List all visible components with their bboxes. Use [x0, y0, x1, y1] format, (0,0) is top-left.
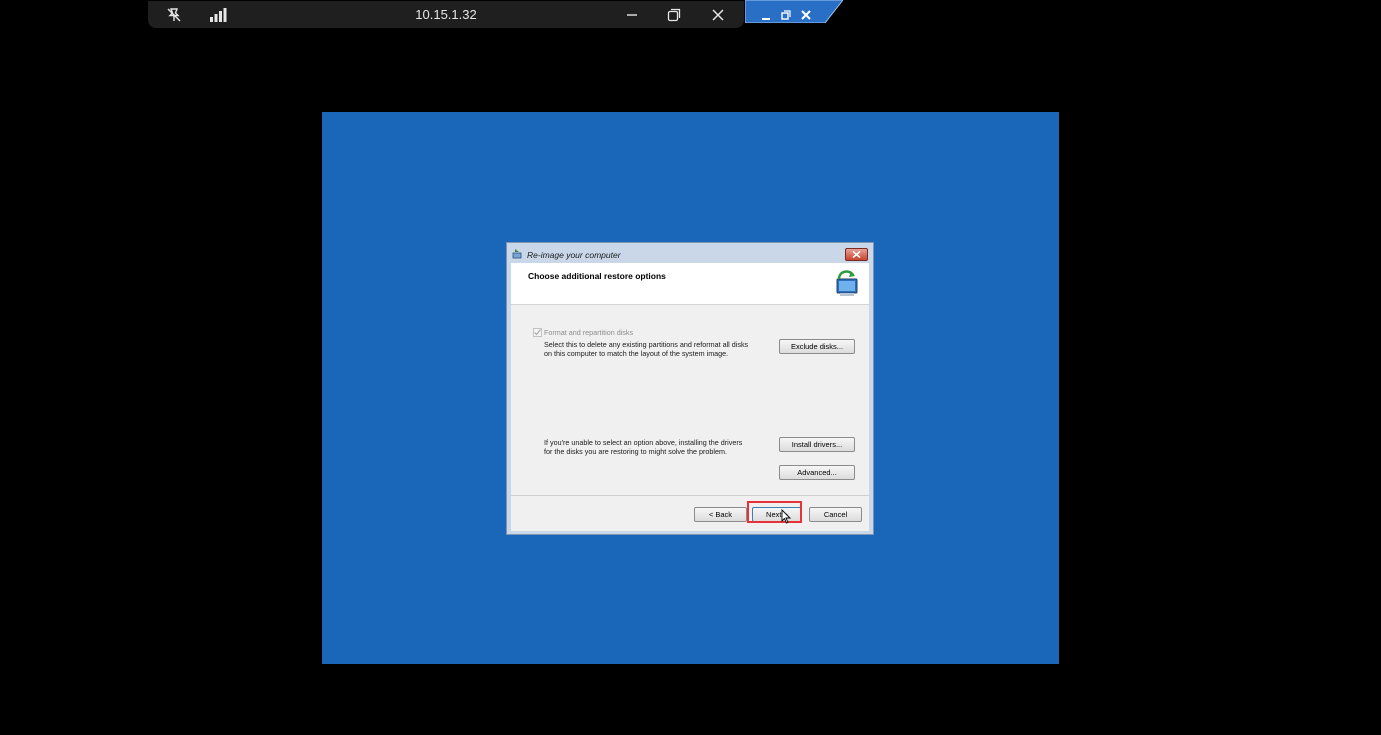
mouse-cursor-icon — [781, 508, 792, 529]
restore-icon[interactable] — [781, 5, 791, 20]
cancel-button[interactable]: Cancel — [809, 507, 862, 522]
footer-divider — [511, 495, 869, 496]
format-description-line2: on this computer to match the layout of … — [544, 349, 729, 358]
drivers-text-line1: If you're unable to select an option abo… — [544, 438, 743, 447]
reimage-dialog: Re-image your computer Choose additional… — [506, 242, 874, 535]
close-icon[interactable] — [801, 5, 811, 20]
remote-host-title: 10.15.1.32 — [415, 7, 477, 22]
remote-desktop-bar: 10.15.1.32 — [148, 1, 744, 28]
format-description-line1: Select this to delete any existing parti… — [544, 340, 749, 349]
drivers-text-line2: for the disks you are restoring to might… — [544, 447, 727, 456]
checkmark-icon — [534, 329, 541, 336]
format-checkbox-label: Format and repartition disks — [544, 328, 634, 337]
format-checkbox[interactable] — [533, 328, 542, 337]
install-drivers-button[interactable]: Install drivers... — [779, 437, 855, 452]
next-button-highlight — [747, 501, 802, 523]
back-button[interactable]: < Back — [694, 507, 747, 522]
dialog-heading: Choose additional restore options — [528, 271, 666, 281]
advanced-button[interactable]: Advanced... — [779, 465, 855, 480]
remote-window-controls — [744, 0, 844, 24]
restore-computer-icon — [831, 267, 863, 303]
dialog-title: Re-image your computer — [527, 250, 621, 260]
dialog-close-button[interactable] — [845, 248, 868, 261]
minimize-icon[interactable] — [622, 1, 642, 28]
app-icon — [512, 248, 523, 261]
exclude-disks-button[interactable]: Exclude disks... — [779, 339, 855, 354]
minimize-icon[interactable] — [761, 6, 771, 20]
restore-icon[interactable] — [664, 1, 684, 28]
dialog-header: Choose additional restore options — [511, 263, 869, 305]
dialog-titlebar: Re-image your computer — [507, 243, 873, 263]
close-icon — [852, 251, 861, 258]
close-icon[interactable] — [708, 1, 728, 28]
dialog-body: Choose additional restore options Format… — [511, 263, 869, 531]
